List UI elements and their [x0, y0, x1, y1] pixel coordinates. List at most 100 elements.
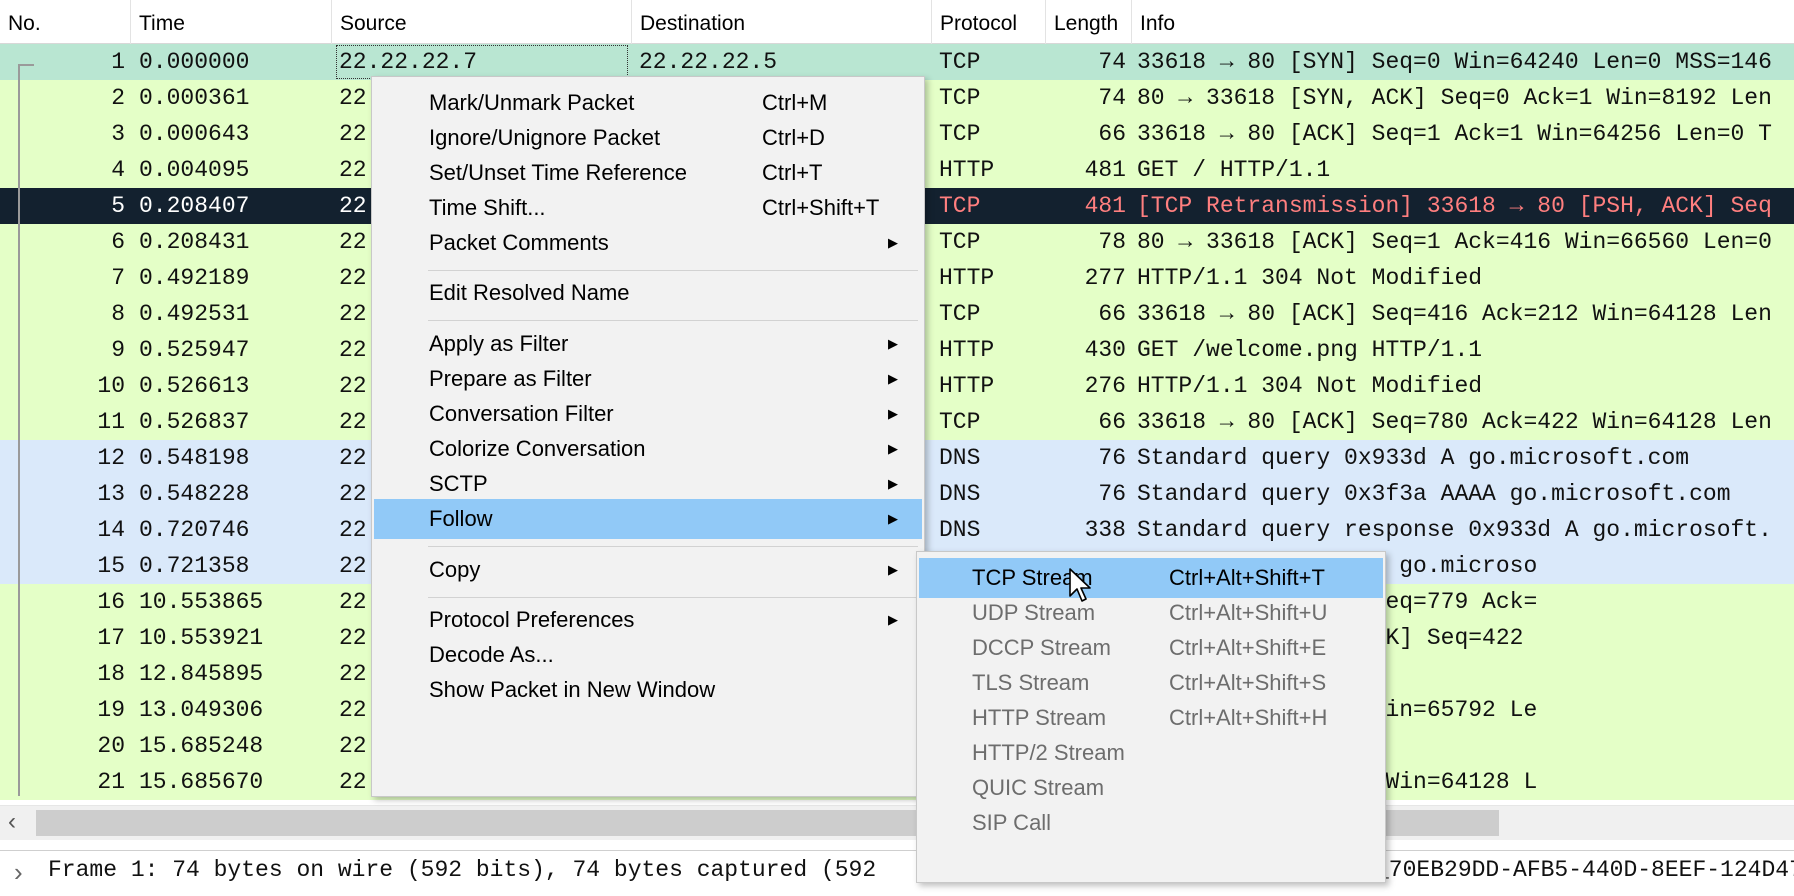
conversation-bracket-start: [18, 64, 34, 66]
packet-time: 0.526613: [139, 373, 250, 399]
packet-time: 0.548198: [139, 445, 250, 471]
column-header-protocol[interactable]: Protocol: [931, 0, 1045, 44]
packet-info: GET / HTTP/1.1: [1137, 157, 1331, 183]
frame-interface-id: _70EB29DD-AFB5-440D-8EEF-124D47: [1375, 857, 1794, 883]
menu-item-time-reference[interactable]: Set/Unset Time Reference Ctrl+T: [374, 153, 922, 193]
packet-length: 481: [1084, 157, 1126, 183]
packet-time: 0.720746: [139, 517, 250, 543]
packet-time: 0.492189: [139, 265, 250, 291]
menu-item-mark-packet[interactable]: Mark/Unmark Packet Ctrl+M: [374, 83, 922, 123]
packet-length: 277: [1084, 265, 1126, 291]
packet-row[interactable]: 1 0.000000 22.22.22.7 22.22.22.5 TCP 74 33618 …: [0, 44, 1794, 80]
packet-source: 22: [339, 769, 367, 795]
packet-source: 22: [339, 733, 367, 759]
submenu-item-sip-call[interactable]: SIP Call: [919, 803, 1383, 843]
packet-time: 10.553921: [139, 625, 264, 651]
packet-time: 0.492531: [139, 301, 250, 327]
menu-item-conversation-filter[interactable]: Conversation Filter ▶: [374, 394, 922, 434]
packet-source: 22: [339, 697, 367, 723]
column-header-info[interactable]: Info: [1131, 0, 1794, 44]
submenu-arrow-icon: ▶: [888, 476, 898, 491]
packet-source: 22: [339, 265, 367, 291]
menu-item-follow[interactable]: Follow ▶: [374, 499, 922, 539]
packet-time: 10.553865: [139, 589, 264, 615]
scroll-left-icon[interactable]: ‹: [8, 807, 16, 837]
submenu-item-http-stream[interactable]: HTTP Stream Ctrl+Alt+Shift+H: [919, 698, 1383, 738]
packet-list-header: No. Time Source Destination Protocol Len…: [0, 0, 1794, 44]
packet-length: 66: [1098, 409, 1126, 435]
packet-source: 22: [339, 229, 367, 255]
packet-time: 0.000000: [139, 49, 250, 75]
menu-item-colorize-conversation[interactable]: Colorize Conversation ▶: [374, 429, 922, 469]
menu-item-copy[interactable]: Copy ▶: [374, 550, 922, 590]
submenu-item-tcp-stream[interactable]: TCP Stream Ctrl+Alt+Shift+T: [919, 558, 1383, 598]
packet-source: 22: [339, 553, 367, 579]
packet-source: 22: [339, 85, 367, 111]
packet-length: 78: [1098, 229, 1126, 255]
menu-item-prepare-as-filter[interactable]: Prepare as Filter ▶: [374, 359, 922, 399]
packet-protocol: TCP: [939, 121, 981, 147]
follow-submenu: TCP Stream Ctrl+Alt+Shift+T UDP Stream C…: [916, 551, 1386, 883]
packet-protocol: HTTP: [939, 337, 995, 363]
menu-item-decode-as[interactable]: Decode As...: [374, 635, 922, 675]
column-header-time[interactable]: Time: [130, 0, 331, 44]
packet-protocol: TCP: [939, 229, 981, 255]
column-header-no[interactable]: No.: [0, 0, 130, 44]
menu-item-protocol-preferences[interactable]: Protocol Preferences ▶: [374, 600, 922, 640]
packet-protocol: DNS: [939, 445, 981, 471]
menu-separator: [428, 546, 918, 547]
column-header-source[interactable]: Source: [331, 0, 631, 44]
menu-item-apply-as-filter[interactable]: Apply as Filter ▶: [374, 324, 922, 364]
submenu-arrow-icon: ▶: [888, 441, 898, 456]
menu-separator: [428, 320, 918, 321]
submenu-item-dccp-stream[interactable]: DCCP Stream Ctrl+Alt+Shift+E: [919, 628, 1383, 668]
packet-time: 0.208407: [139, 193, 250, 219]
menu-item-sctp[interactable]: SCTP ▶: [374, 464, 922, 504]
packet-source: 22: [339, 157, 367, 183]
packet-length: 66: [1098, 121, 1126, 147]
packet-info: 80 → 33618 [SYN, ACK] Seq=0 Ack=1 Win=81…: [1137, 85, 1772, 111]
packet-info: 33618 → 80 [SYN] Seq=0 Win=64240 Len=0 M…: [1137, 49, 1772, 75]
menu-item-packet-comments[interactable]: Packet Comments ▶: [374, 223, 922, 263]
packet-source: 22.22.22.7: [335, 44, 629, 80]
horizontal-scrollbar[interactable]: ‹: [0, 805, 1794, 840]
packet-time: 0.208431: [139, 229, 250, 255]
packet-info: 33618 → 80 [ACK] Seq=1 Ack=1 Win=64256 L…: [1137, 121, 1772, 147]
menu-item-ignore-packet[interactable]: Ignore/Unignore Packet Ctrl+D: [374, 118, 922, 158]
packet-source: 22: [339, 517, 367, 543]
menu-separator: [428, 597, 918, 598]
packet-protocol: DNS: [939, 517, 981, 543]
column-header-destination[interactable]: Destination: [631, 0, 931, 44]
menu-item-show-packet-new-window[interactable]: Show Packet in New Window: [374, 670, 922, 710]
submenu-arrow-icon: ▶: [888, 562, 898, 577]
packet-length: 481: [1084, 193, 1126, 219]
packet-info: 80 → 33618 [ACK] Seq=1 Ack=416 Win=66560…: [1137, 229, 1772, 255]
submenu-item-http2-stream[interactable]: HTTP/2 Stream: [919, 733, 1383, 773]
expand-chevron-icon[interactable]: ›: [14, 857, 23, 888]
menu-item-time-shift[interactable]: Time Shift... Ctrl+Shift+T: [374, 188, 922, 228]
packet-length: 74: [1098, 49, 1126, 75]
submenu-item-quic-stream[interactable]: QUIC Stream: [919, 768, 1383, 808]
menu-item-edit-resolved-name[interactable]: Edit Resolved Name: [374, 273, 922, 313]
packet-protocol: HTTP: [939, 265, 995, 291]
packet-source: 22: [339, 481, 367, 507]
submenu-arrow-icon: ▶: [888, 336, 898, 351]
packet-source: 22: [339, 409, 367, 435]
packet-info: Standard query response 0x933d A go.micr…: [1137, 517, 1772, 543]
packet-source: 22: [339, 121, 367, 147]
packet-length: 76: [1098, 445, 1126, 471]
packet-length: 74: [1098, 85, 1126, 111]
column-header-length[interactable]: Length: [1045, 0, 1131, 44]
packet-protocol: TCP: [939, 409, 981, 435]
packet-time: 15.685248: [139, 733, 264, 759]
mouse-cursor-icon: [1069, 568, 1091, 602]
submenu-item-udp-stream[interactable]: UDP Stream Ctrl+Alt+Shift+U: [919, 593, 1383, 633]
packet-protocol: HTTP: [939, 373, 995, 399]
submenu-item-tls-stream[interactable]: TLS Stream Ctrl+Alt+Shift+S: [919, 663, 1383, 703]
packet-source: 22: [339, 589, 367, 615]
packet-protocol: DNS: [939, 481, 981, 507]
packet-info: GET /welcome.png HTTP/1.1: [1137, 337, 1483, 363]
submenu-arrow-icon: ▶: [888, 612, 898, 627]
packet-length: 338: [1084, 517, 1126, 543]
frame-summary[interactable]: Frame 1: 74 bytes on wire (592 bits), 74…: [48, 857, 876, 883]
